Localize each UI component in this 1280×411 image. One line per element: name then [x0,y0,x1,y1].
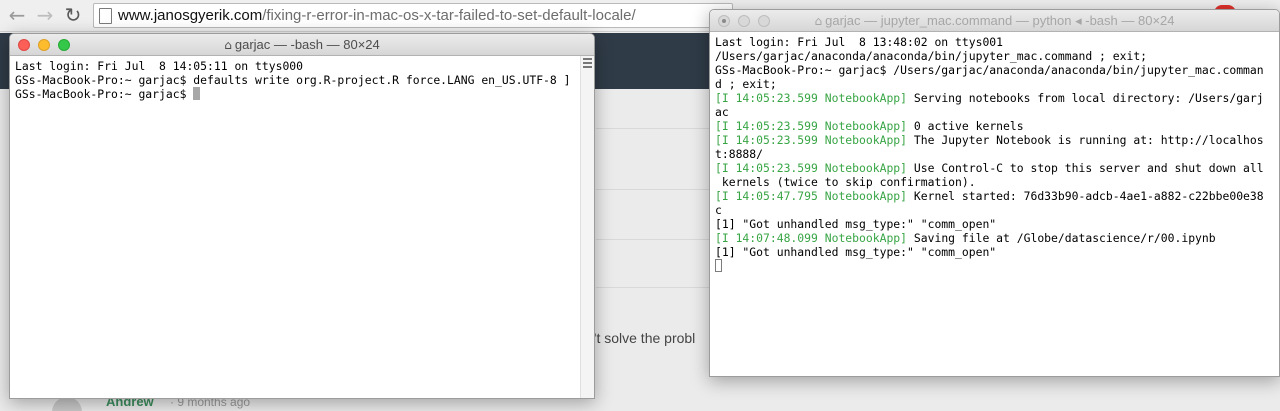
divider [596,239,716,240]
log-line: [I 14:05:23.599 NotebookApp] Use Control… [715,161,1274,175]
log-tag: [I 14:05:23.599 NotebookApp] [715,133,908,147]
reload-icon[interactable]: ↻ [62,4,84,26]
url-text: www.janosgyerik.com/fixing-r-error-in-ma… [118,7,636,24]
log-line: [I 14:05:47.795 NotebookApp] Kernel star… [715,189,1274,203]
divider [596,189,716,190]
url-host: www.janosgyerik.com [118,7,263,24]
forward-arrow-icon[interactable]: → [34,4,56,26]
back-arrow-icon[interactable]: ← [6,4,28,26]
log-message: Use Control-C to stop this server and sh… [907,161,1264,175]
terminal-line: t:8888/ [715,147,764,161]
terminal-prompt-line: GSs-MacBook-Pro:~ garjac$ [15,87,575,101]
window-titlebar[interactable]: ⌂ garjac — jupyter_mac.command — python ◂… [710,10,1279,32]
terminal-line: Last login: Fri Jul 8 13:48:02 on ttys00… [715,35,1004,49]
divider [596,128,716,129]
comment-text: n't solve the probl [586,330,696,346]
address-bar[interactable]: www.janosgyerik.com/fixing-r-error-in-ma… [93,3,733,28]
log-line: [I 14:05:23.599 NotebookApp] Serving not… [715,91,1274,105]
log-message: Saving file at /Globe/datascience/r/00.i… [907,231,1216,245]
text-cursor [193,87,201,100]
terminal-output[interactable]: Last login: Fri Jul 8 13:48:02 on ttys00… [710,32,1279,376]
home-icon: ⌂ [814,14,823,28]
page-icon [99,8,112,24]
divider [596,287,716,288]
terminal-line: c [715,203,722,217]
window-title-text: garjac — jupyter_mac.command — python ◂ … [825,13,1175,28]
log-line: [I 14:05:23.599 NotebookApp] 0 active ke… [715,119,1274,133]
log-tag: [I 14:05:23.599 NotebookApp] [715,161,908,175]
text-cursor [715,259,722,272]
window-title-text: garjac — -bash — 80×24 [234,37,380,52]
log-line: [I 14:05:23.599 NotebookApp] The Jupyter… [715,133,1274,147]
log-line: [I 14:07:48.099 NotebookApp] Saving file… [715,231,1274,245]
terminal-line: d ; exit; [715,77,777,91]
terminal-prompt-line [715,259,1274,273]
terminal-line: [1] "Got unhandled msg_type:" "comm_open… [715,245,997,259]
terminal-line: GSs-MacBook-Pro:~ garjac$ defaults write… [15,73,571,87]
log-message: 0 active kernels [907,119,1024,133]
terminal-window-bash[interactable]: ⌂ garjac — -bash — 80×24 Last login: Fri … [9,33,595,399]
terminal-line: [1] "Got unhandled msg_type:" "comm_open… [715,217,997,231]
split-pane-icon[interactable] [583,58,592,68]
window-title: ⌂ garjac — -bash — 80×24 [10,37,594,52]
window-title: ⌂ garjac — jupyter_mac.command — python ◂… [710,13,1279,29]
url-path: /fixing-r-error-in-mac-os-x-tar-failed-t… [262,7,636,24]
log-tag: [I 14:05:23.599 NotebookApp] [715,91,908,105]
log-tag: [I 14:05:47.795 NotebookApp] [715,189,908,203]
terminal-line: GSs-MacBook-Pro:~ garjac$ /Users/garjac/… [715,63,1264,77]
scrollbar[interactable] [580,56,594,398]
log-message: Kernel started: 76d33b90-adcb-4ae1-a882-… [907,189,1264,203]
terminal-window-jupyter[interactable]: ⌂ garjac — jupyter_mac.command — python ◂… [709,9,1280,377]
terminal-line: /Users/garjac/anaconda/anaconda/bin/jupy… [715,49,1148,63]
window-titlebar[interactable]: ⌂ garjac — -bash — 80×24 [10,34,594,56]
log-tag: [I 14:07:48.099 NotebookApp] [715,231,908,245]
terminal-line: ac [715,105,729,119]
terminal-line: kernels (twice to skip confirmation). [715,175,976,189]
log-message: Serving notebooks from local directory: … [907,91,1264,105]
terminal-prompt: GSs-MacBook-Pro:~ garjac$ [15,87,194,101]
home-icon: ⌂ [224,38,232,52]
terminal-line: Last login: Fri Jul 8 14:05:11 on ttys00… [15,59,304,73]
log-tag: [I 14:05:23.599 NotebookApp] [715,119,908,133]
terminal-output[interactable]: Last login: Fri Jul 8 14:05:11 on ttys00… [10,56,580,398]
log-message: The Jupyter Notebook is running at: http… [907,133,1264,147]
